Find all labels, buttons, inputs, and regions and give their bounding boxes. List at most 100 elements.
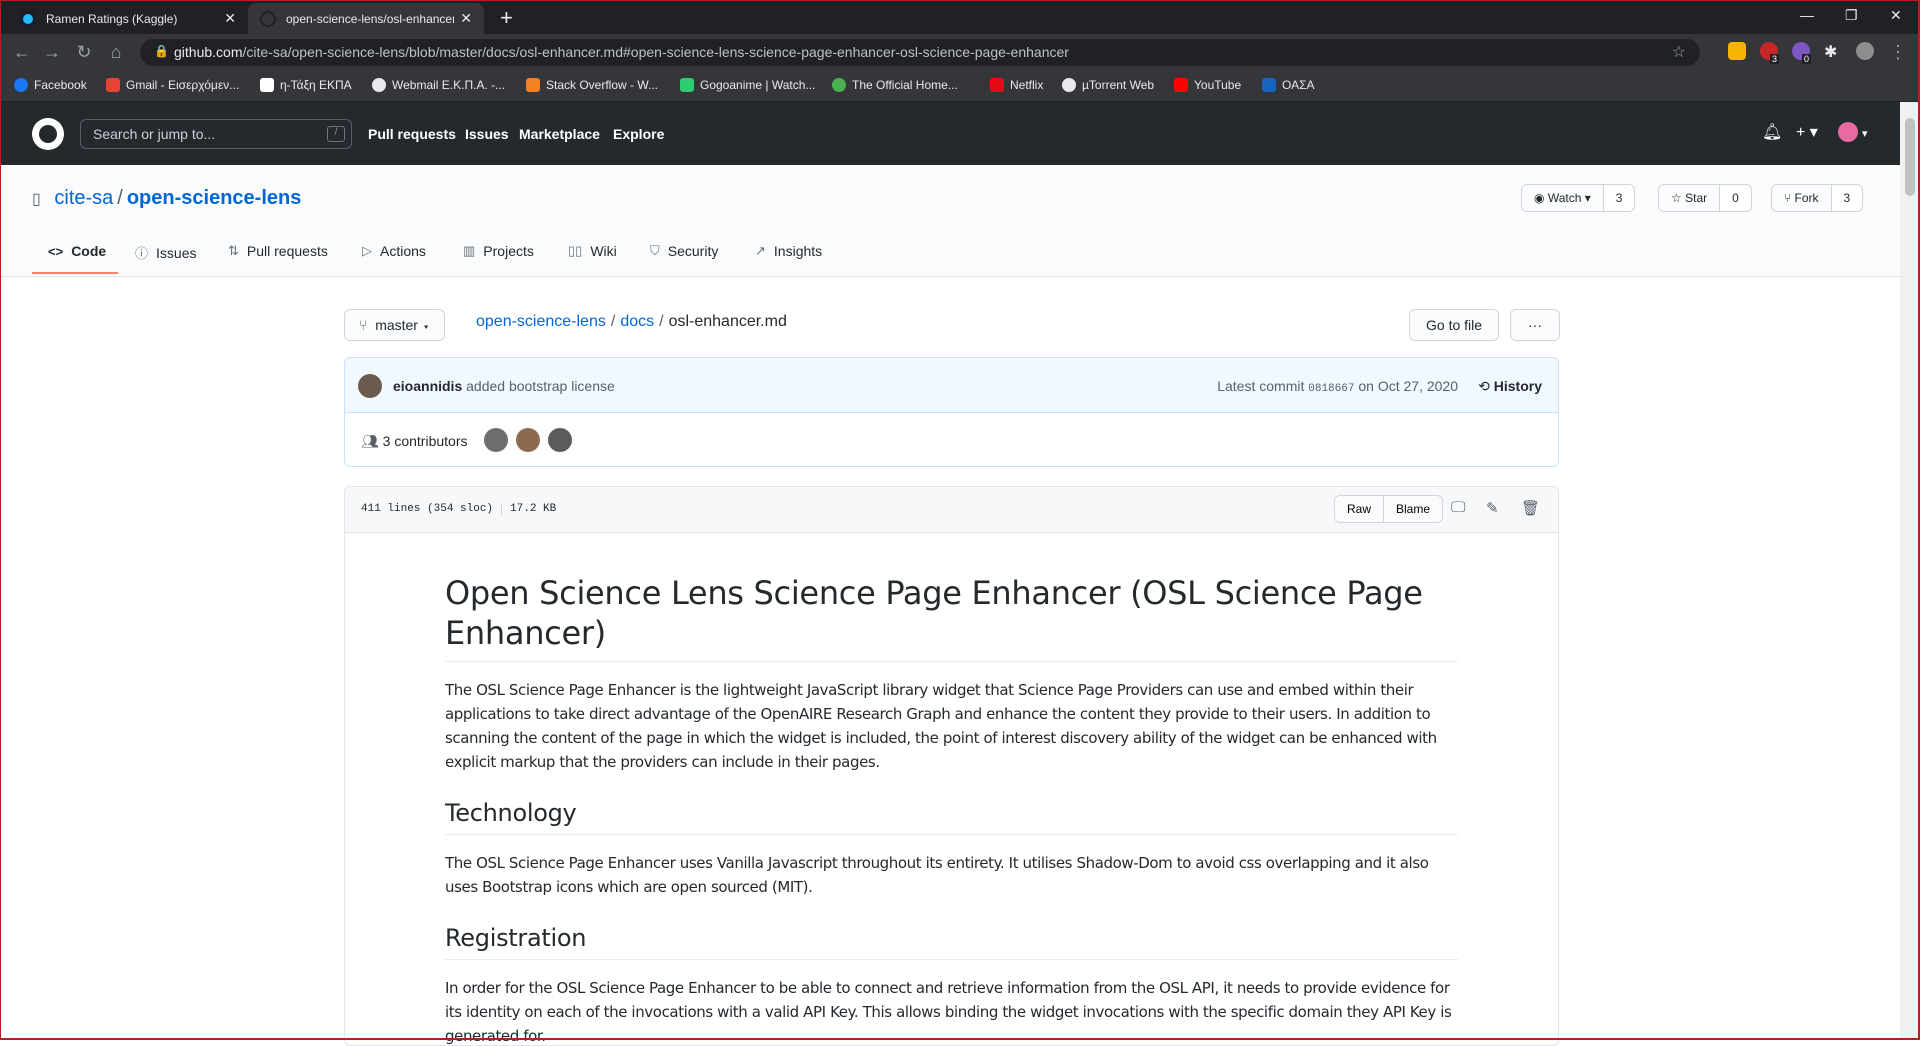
- trash-icon[interactable]: 🗑︎: [1521, 499, 1540, 517]
- more-options-button[interactable]: ···: [1510, 309, 1560, 341]
- contributor-avatar[interactable]: [484, 428, 508, 452]
- bookmark-item[interactable]: YouTube: [1174, 78, 1241, 92]
- minimize-icon[interactable]: —: [1800, 7, 1814, 23]
- bookmark-label: η-Τάξη ΕΚΠΑ: [280, 78, 352, 92]
- contributors[interactable]: 👥︎ 3 contributors: [361, 433, 468, 450]
- profile-avatar[interactable]: [1856, 42, 1874, 60]
- nav-explore[interactable]: Explore: [613, 126, 664, 142]
- menu-icon[interactable]: ⋮: [1888, 42, 1908, 63]
- tab-insights[interactable]: ↗ Insights: [755, 243, 822, 259]
- breadcrumb-docs-link[interactable]: docs: [620, 313, 654, 330]
- scrollbar-thumb[interactable]: [1905, 118, 1915, 196]
- home-icon[interactable]: ⌂: [106, 42, 126, 63]
- site-icon: [832, 78, 846, 92]
- browser-toolbar: ← → ↻ ⌂ 🔒 github.com/cite-sa/open-scienc…: [0, 34, 1920, 70]
- new-tab-icon[interactable]: +: [500, 5, 513, 31]
- forward-icon[interactable]: →: [42, 42, 62, 63]
- commit-author-link[interactable]: eioannidis: [393, 378, 462, 394]
- bookmark-item[interactable]: ΟΑΣΑ: [1262, 78, 1315, 92]
- facebook-icon: [14, 78, 28, 92]
- star-count[interactable]: 0: [1720, 185, 1751, 211]
- tab-title: Ramen Ratings (Kaggle): [46, 11, 178, 26]
- go-to-file-button[interactable]: Go to file: [1409, 309, 1500, 341]
- restore-icon[interactable]: ❐: [1845, 7, 1858, 24]
- contributor-avatar[interactable]: [516, 428, 540, 452]
- bookmark-label: Webmail Ε.Κ.Π.Α. -...: [392, 78, 506, 92]
- bookmark-item[interactable]: η-Τάξη ΕΚΠΑ: [260, 78, 352, 92]
- tab-actions[interactable]: ▷ Actions: [362, 243, 426, 259]
- blame-button[interactable]: Blame: [1384, 496, 1442, 522]
- chevron-down-icon[interactable]: ▾: [1862, 127, 1868, 140]
- tab-label: Security: [667, 243, 719, 259]
- page-scrollbar[interactable]: [1900, 102, 1920, 1040]
- bookmark-item[interactable]: Gogoanime | Watch...: [680, 78, 815, 92]
- commit-message[interactable]: added bootstrap license: [466, 378, 615, 394]
- puzzle-icon[interactable]: ✱: [1824, 42, 1842, 61]
- github-icon: [260, 10, 276, 27]
- repo-owner-link[interactable]: cite-sa: [54, 187, 113, 209]
- file-view: ⑂ master ▾ open-science-lens / docs / osl-en…: [0, 277, 1900, 1046]
- bookmark-item[interactable]: Netflix: [990, 78, 1043, 92]
- tab-pull-requests[interactable]: ⇅ Pull requests: [228, 243, 328, 259]
- bookmark-item[interactable]: Webmail Ε.Κ.Π.Α. -...: [372, 78, 505, 92]
- github-logo-icon[interactable]: [32, 118, 64, 150]
- bookmark-item[interactable]: Gmail - Εισερχόμεν...: [106, 78, 239, 92]
- create-new-icon[interactable]: + ▾: [1796, 122, 1818, 142]
- search-input[interactable]: Search or jump to... /: [80, 119, 352, 149]
- tab-code[interactable]: <> Code: [48, 243, 106, 259]
- bookmark-item[interactable]: The Official Home...: [832, 78, 958, 92]
- paragraph: The OSL Science Page Enhancer is the lig…: [445, 681, 1437, 771]
- user-avatar[interactable]: [1838, 122, 1858, 142]
- close-window-icon[interactable]: ✕: [1890, 7, 1902, 24]
- bookmark-item[interactable]: Stack Overflow - W...: [526, 78, 658, 92]
- nav-marketplace[interactable]: Marketplace: [519, 126, 600, 142]
- code-icon: <>: [48, 243, 64, 259]
- author-avatar[interactable]: [358, 374, 382, 398]
- fork-count[interactable]: 3: [1831, 185, 1863, 211]
- issue-icon: ⓘ: [135, 246, 149, 261]
- history-link[interactable]: ⟲ History: [1478, 378, 1542, 395]
- tab-security[interactable]: ⛉ Security: [650, 243, 718, 259]
- rss-extension-icon[interactable]: [1728, 42, 1746, 60]
- watch-count[interactable]: 3: [1603, 185, 1635, 211]
- back-icon[interactable]: ←: [12, 42, 32, 63]
- notification-bell-icon[interactable]: 🔔︎: [1762, 122, 1782, 142]
- raw-button[interactable]: Raw: [1335, 496, 1385, 522]
- bookmark-label: The Official Home...: [852, 78, 958, 92]
- nav-issues[interactable]: Issues: [465, 126, 509, 142]
- pencil-icon[interactable]: ✎: [1486, 499, 1499, 517]
- active-tab-underline: [32, 272, 118, 274]
- desktop-icon[interactable]: 🖵︎: [1451, 499, 1465, 516]
- close-icon[interactable]: ✕: [460, 10, 472, 27]
- bookmark-star-icon[interactable]: ☆: [1672, 42, 1686, 62]
- browser-tab-active[interactable]: open-science-lens/osl-enhancer.md at mas…: [248, 3, 484, 34]
- bookmark-item[interactable]: µTorrent Web: [1062, 78, 1154, 92]
- commit-sha[interactable]: 0818667: [1308, 383, 1354, 395]
- gogoanime-icon: [680, 78, 694, 92]
- contributor-avatar[interactable]: [548, 428, 572, 452]
- bookmark-label: YouTube: [1194, 78, 1242, 92]
- tab-projects[interactable]: ▥ Projects: [463, 243, 534, 259]
- repo-name-link[interactable]: open-science-lens: [127, 187, 302, 209]
- window-border: [0, 0, 1, 1040]
- tab-wiki[interactable]: ▯▯ Wiki: [568, 243, 617, 259]
- branch-selector[interactable]: ⑂ master ▾: [344, 309, 446, 341]
- globe-icon: [372, 78, 386, 92]
- document-title: Open Science Lens Science Page Enhancer …: [445, 573, 1458, 662]
- eclass-icon: [260, 78, 274, 92]
- tab-label: Code: [71, 243, 107, 259]
- star-button[interactable]: ☆ Star 0: [1658, 184, 1752, 212]
- nav-pull-requests[interactable]: Pull requests: [368, 126, 456, 142]
- bookmark-item[interactable]: Facebook: [14, 78, 87, 92]
- close-icon[interactable]: ✕: [224, 10, 236, 27]
- browser-tab[interactable]: Ramen Ratings (Kaggle) ✕: [8, 3, 248, 34]
- repo-header: ▯ cite-sa / open-science-lens ◉ Watch ▾ 3 ☆…: [0, 165, 1900, 277]
- address-bar[interactable]: 🔒 github.com/cite-sa/open-science-lens/b…: [140, 39, 1700, 66]
- commit-author-line: eioannidis added bootstrap license: [393, 378, 615, 394]
- reload-icon[interactable]: ↻: [74, 42, 94, 63]
- tab-label: Insights: [773, 243, 823, 259]
- tab-issues[interactable]: ⓘ Issues: [135, 243, 196, 262]
- fork-button[interactable]: ⑂ Fork 3: [1771, 184, 1864, 212]
- breadcrumb-repo-link[interactable]: open-science-lens: [476, 313, 606, 330]
- watch-button[interactable]: ◉ Watch ▾ 3: [1521, 184, 1636, 212]
